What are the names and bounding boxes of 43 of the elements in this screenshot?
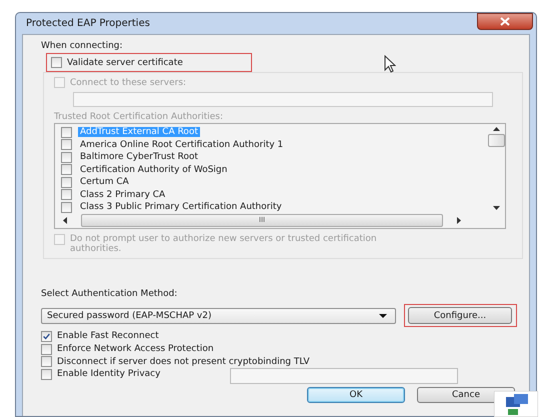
checkbox-label: Validate server certificate: [67, 58, 183, 68]
checkbox[interactable]: [41, 330, 52, 342]
checkbox-label: Disconnect if server does not present cryptobinding TLV: [57, 356, 310, 367]
method-dropdown[interactable]: Secured password (EAP-MSCHAP v2): [41, 308, 396, 324]
list-item[interactable]: Certum CA: [78, 177, 131, 188]
scroll-thumb[interactable]: [488, 134, 505, 147]
close-button[interactable]: [477, 13, 533, 30]
checkbox[interactable]: [51, 57, 62, 68]
checkbox[interactable]: [41, 368, 52, 380]
dropdown-arrow-icon: [379, 314, 387, 318]
checkbox[interactable]: [61, 126, 72, 138]
checkbox-label: Enable Fast Reconnect: [57, 331, 159, 342]
checkbox[interactable]: [61, 176, 72, 188]
ok-button[interactable]: OK: [307, 386, 405, 403]
checkbox[interactable]: [61, 139, 72, 150]
identity-field[interactable]: [230, 368, 458, 384]
checkbox[interactable]: [41, 344, 52, 355]
checkbox-label: Connect to these servers:: [70, 78, 186, 88]
checkbox-label: Enable Identity Privacy: [57, 369, 162, 380]
scroll-left-arrow-icon[interactable]: [63, 217, 67, 224]
section-label: Select Authentication Method:: [41, 289, 178, 299]
list-item[interactable]: Baltimore CyberTrust Root: [78, 152, 200, 162]
list-item[interactable]: Certification Authority of WoSign: [78, 164, 230, 175]
section-label: When connecting:: [41, 41, 124, 51]
configure-button[interactable]: Configure...: [408, 307, 512, 324]
cursor-icon: [384, 55, 396, 73]
close-icon: [500, 17, 510, 26]
list-item[interactable]: America Online Root Certification Authority 1: [78, 140, 286, 150]
checkbox-label: Do not prompt user to authorize new servers or trusted certification authorities.: [70, 234, 378, 254]
checkbox[interactable]: [61, 202, 72, 213]
list-item[interactable]: Class 2 Primary CA: [78, 190, 168, 200]
list-label: Trusted Root Certification Authorities:: [54, 112, 224, 122]
window-title: Protected EAP Properties: [26, 17, 150, 29]
scroll-up-arrow-icon[interactable]: [493, 127, 500, 131]
network-icon: [494, 391, 538, 417]
checkbox[interactable]: [61, 164, 72, 176]
checkbox[interactable]: [41, 356, 52, 368]
scroll-down-arrow-icon[interactable]: [493, 206, 500, 210]
list-item[interactable]: Class 3 Public Primary Certification Authority: [78, 202, 284, 212]
scroll-right-arrow-icon[interactable]: [457, 217, 461, 224]
checkbox[interactable]: [61, 152, 72, 163]
checkbox-label: Enforce Network Access Protection: [57, 344, 214, 354]
checkbox[interactable]: [61, 189, 72, 200]
